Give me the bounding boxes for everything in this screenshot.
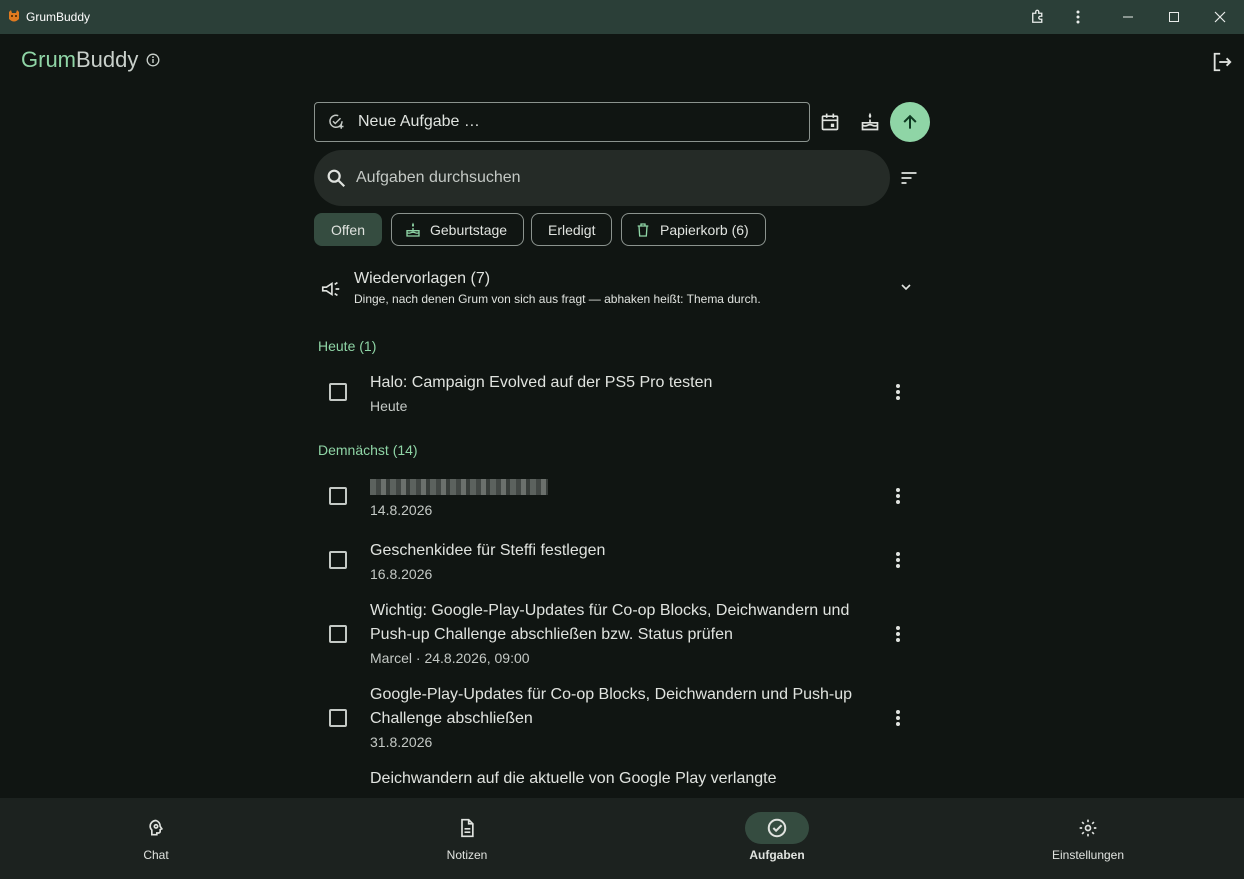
arrow-up-icon (900, 112, 920, 132)
calendar-icon[interactable] (816, 108, 844, 136)
task-meta: 31.8.2026 (370, 734, 433, 750)
task-title: Halo: Campaign Evolved auf der PS5 Pro t… (370, 374, 713, 391)
cake-icon[interactable] (856, 108, 884, 136)
task-item[interactable]: Geschenkidee für Steffi festlegen 16.8.2… (314, 536, 930, 588)
task-meta: 16.8.2026 (370, 566, 433, 582)
window-titlebar: GrumBuddy (0, 0, 1244, 34)
task-title-redacted (370, 475, 860, 503)
cake-icon (404, 221, 422, 239)
search-icon (324, 166, 348, 190)
task-item[interactable]: Halo: Campaign Evolved auf der PS5 Pro t… (314, 368, 930, 420)
section-heading-today: Heute (1) (318, 338, 377, 354)
more-vert-icon[interactable] (886, 380, 910, 404)
task-title: Google-Play-Updates für Co-op Blocks, De… (370, 686, 853, 727)
minimize-icon[interactable] (1108, 0, 1148, 34)
filter-chip-done[interactable]: Erledigt (531, 213, 613, 246)
nav-item-tasks[interactable]: Aufgaben (687, 798, 867, 879)
extension-icon[interactable] (1018, 0, 1058, 34)
reminders-subtitle: Dinge, nach denen Grum von sich aus frag… (354, 292, 761, 306)
search-input[interactable] (356, 169, 836, 187)
task-check-icon (745, 812, 809, 844)
redacted-text (370, 479, 548, 495)
sort-icon[interactable] (897, 166, 921, 190)
new-task-field[interactable] (314, 102, 810, 142)
maximize-icon[interactable] (1154, 0, 1194, 34)
window-title: GrumBuddy (26, 10, 91, 24)
app-title-part2: Buddy (76, 47, 139, 72)
campaign-icon (319, 277, 343, 301)
logout-icon[interactable] (1210, 50, 1234, 74)
task-item[interactable]: Deichwandern auf die aktuelle von Google… (314, 767, 930, 798)
more-vert-icon[interactable] (886, 548, 910, 572)
send-task-button[interactable] (890, 102, 930, 142)
task-title: Wichtig: Google-Play-Updates für Co-op B… (370, 602, 850, 643)
bottom-navigation: Chat Notizen Aufgaben Einstellungen (0, 798, 1244, 879)
trash-icon (634, 221, 652, 239)
more-vert-icon[interactable] (886, 706, 910, 730)
section-heading-upcoming: Demnächst (14) (318, 442, 418, 458)
nav-label-tasks: Aufgaben (749, 848, 805, 862)
filter-chip-open-label: Offen (331, 221, 365, 238)
search-bar[interactable] (314, 150, 890, 206)
nav-label-chat: Chat (143, 848, 169, 862)
nav-label-settings: Einstellungen (1051, 848, 1125, 862)
filter-chip-trash[interactable]: Papierkorb (6) (621, 213, 766, 246)
info-icon[interactable] (146, 53, 160, 67)
filter-chip-open[interactable]: Offen (314, 213, 382, 246)
task-meta: Marcel · 24.8.2026, 09:00 (370, 650, 530, 666)
task-meta: Heute (370, 398, 408, 414)
notes-icon (435, 812, 499, 844)
filter-chip-birthdays[interactable]: Geburtstage (391, 213, 525, 246)
task-checkbox[interactable] (329, 625, 347, 643)
reminders-panel[interactable]: Wiedervorlagen (7) Dinge, nach denen Gru… (314, 266, 930, 312)
filter-chip-done-label: Erledigt (548, 221, 596, 238)
chat-icon (124, 812, 188, 844)
task-title: Geschenkidee für Steffi festlegen (370, 542, 606, 559)
task-item[interactable]: Google-Play-Updates für Co-op Blocks, De… (314, 683, 930, 753)
task-title: Deichwandern auf die aktuelle von Google… (370, 770, 777, 787)
app-icon (8, 10, 20, 24)
gear-icon (1056, 812, 1120, 844)
close-icon[interactable] (1200, 0, 1240, 34)
nav-item-chat[interactable]: Chat (66, 798, 246, 879)
app-title-part1: Grum (21, 47, 76, 72)
new-task-input[interactable] (358, 113, 778, 131)
task-checkbox[interactable] (329, 551, 347, 569)
task-item[interactable]: 14.8.2026 (314, 472, 930, 524)
add-task-icon (326, 112, 346, 132)
app-title: Grum Buddy (21, 47, 160, 73)
nav-label-notes: Notizen (446, 848, 488, 862)
nav-item-notes[interactable]: Notizen (377, 798, 557, 879)
filter-chip-trash-label: Papierkorb (6) (660, 221, 749, 238)
task-checkbox[interactable] (329, 709, 347, 727)
more-vert-icon[interactable] (1058, 0, 1098, 34)
task-meta: 14.8.2026 (370, 502, 433, 518)
reminders-title: Wiedervorlagen (7) (354, 270, 491, 287)
task-checkbox[interactable] (329, 487, 347, 505)
nav-item-settings[interactable]: Einstellungen (998, 798, 1178, 879)
more-vert-icon[interactable] (886, 622, 910, 646)
filter-chip-birthdays-label: Geburtstage (430, 221, 508, 238)
task-checkbox[interactable] (329, 383, 347, 401)
chevron-down-icon[interactable] (894, 275, 918, 299)
task-item[interactable]: Wichtig: Google-Play-Updates für Co-op B… (314, 599, 930, 669)
more-vert-icon[interactable] (886, 484, 910, 508)
